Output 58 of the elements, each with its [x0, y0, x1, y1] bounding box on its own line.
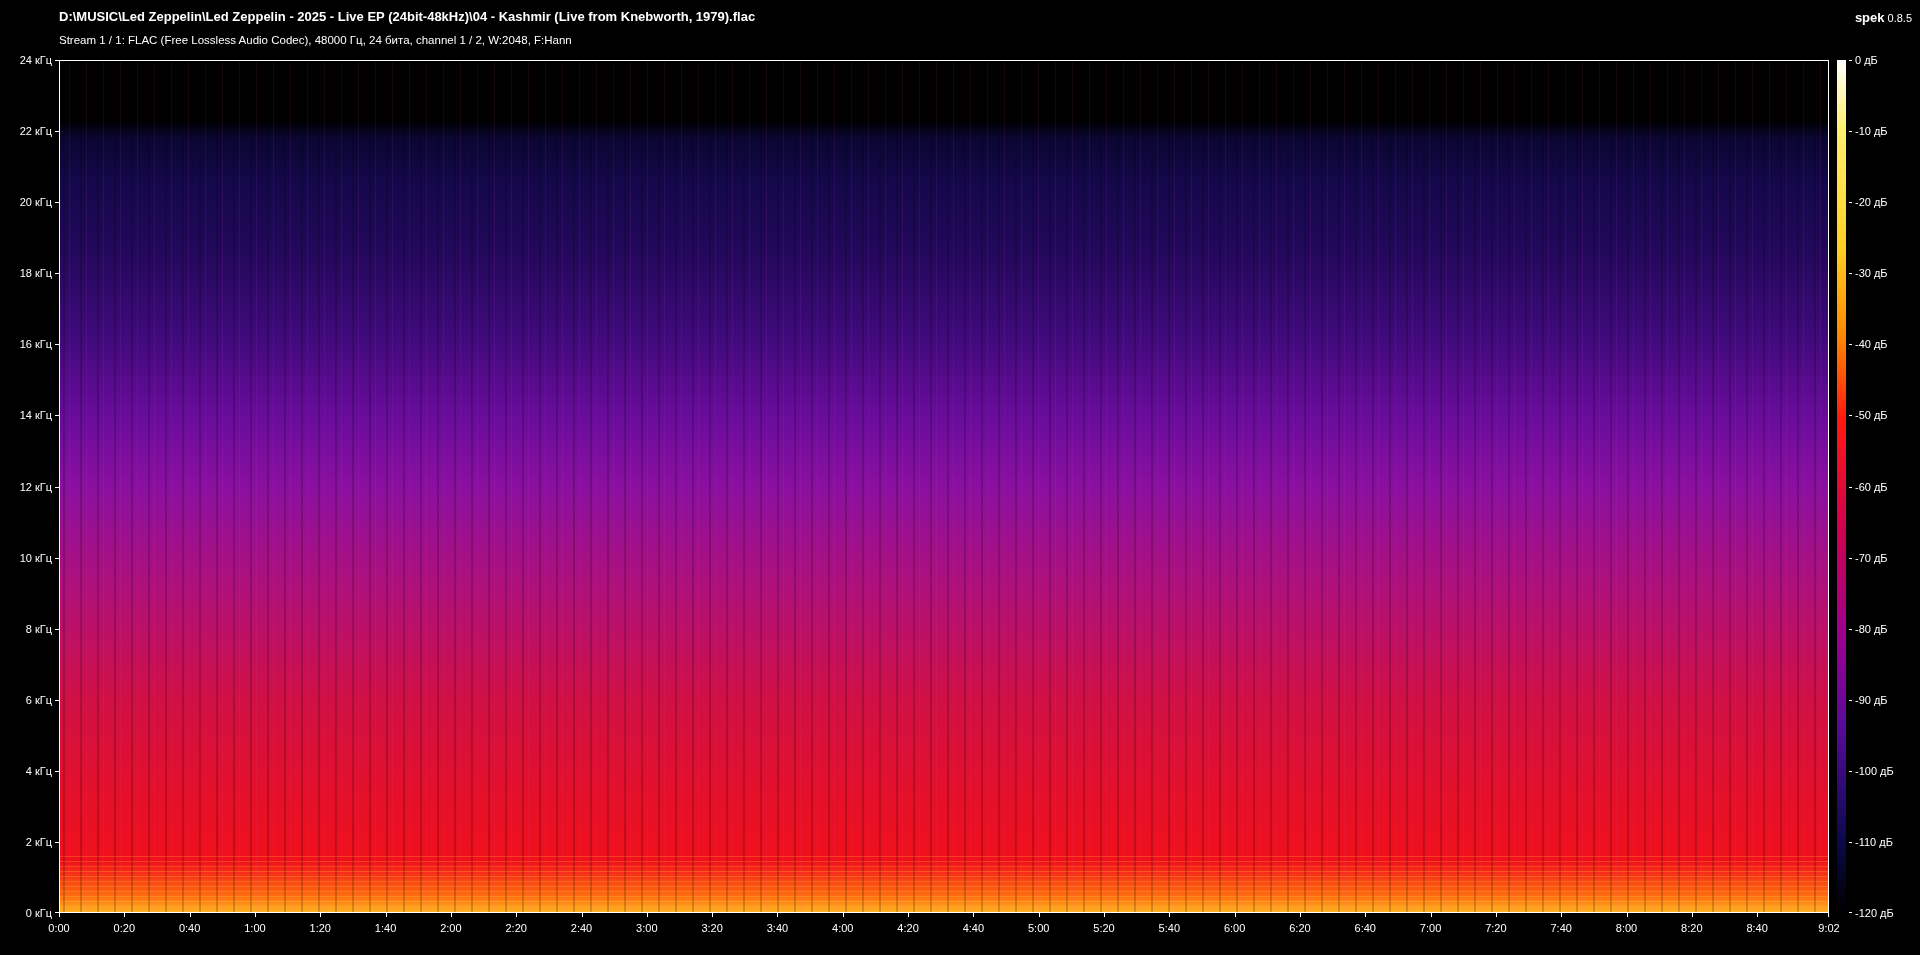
- app-name: spek: [1854, 10, 1885, 25]
- frequency-label: 10 кГц: [19, 551, 52, 565]
- decibel-label: -110 дБ: [1855, 835, 1893, 849]
- time-label: 1:00: [244, 922, 266, 935]
- decibel-label: -20 дБ: [1855, 195, 1888, 209]
- time-label: 0:40: [178, 922, 201, 935]
- time-label: 3:40: [766, 922, 789, 935]
- decibel-label: -60 дБ: [1855, 480, 1888, 493]
- time-label: 4:40: [962, 922, 985, 935]
- time-label: 5:00: [1028, 922, 1050, 935]
- time-label: 3:00: [636, 922, 658, 935]
- frequency-label: 14 кГц: [19, 408, 52, 422]
- time-label: 1:40: [374, 922, 397, 935]
- time-label: 6:40: [1354, 922, 1376, 935]
- time-label: 7:20: [1485, 922, 1507, 935]
- time-label: 7:40: [1550, 922, 1572, 935]
- decibel-label: -120 дБ: [1855, 906, 1894, 920]
- frequency-label: 22 кГц: [19, 124, 52, 138]
- frequency-label: 0 кГц: [25, 906, 52, 920]
- time-label: 3:20: [701, 922, 723, 935]
- time-label: 5:40: [1158, 922, 1181, 935]
- frequency-label: 16 кГц: [19, 337, 52, 351]
- stream-info-text: Stream 1 / 1: FLAC (Free Lossless Audio Codec), 48000 Гц, 24 бита, channel 1 / 2, W:2048, F:Hann: [59, 33, 573, 47]
- file-path-title: D:\MUSIC\Led Zeppelin\Led Zeppelin - 2025 - Live EP (24bit-48kHz)\04 - Kashmir (Live from Knebworth, 1979).flac: [59, 9, 756, 25]
- decibel-label: -80 дБ: [1855, 622, 1888, 636]
- frequency-label: 18 кГц: [19, 266, 52, 280]
- time-label: 2:20: [505, 922, 527, 935]
- time-label: 0:00: [48, 922, 70, 935]
- frequency-label: 24 кГц: [19, 53, 52, 67]
- time-label: 7:00: [1419, 922, 1442, 935]
- time-label: 6:00: [1223, 922, 1246, 935]
- decibel-label: -50 дБ: [1855, 408, 1888, 422]
- frequency-label: 20 кГц: [19, 195, 52, 209]
- decibel-label: -100 дБ: [1855, 764, 1894, 778]
- frequency-label: 4 кГц: [25, 764, 52, 778]
- decibel-label: 0 дБ: [1855, 53, 1878, 67]
- decibel-label: -40 дБ: [1855, 337, 1888, 351]
- time-label: 8:20: [1681, 922, 1703, 935]
- decibel-label: -90 дБ: [1855, 693, 1888, 707]
- decibel-label: -30 дБ: [1855, 266, 1888, 280]
- time-label: 6:20: [1289, 922, 1311, 935]
- frequency-label: 12 кГц: [19, 480, 52, 493]
- time-label: 4:20: [897, 922, 919, 935]
- time-label: 4:00: [832, 922, 854, 935]
- time-label: 8:00: [1615, 922, 1638, 935]
- time-label: 0:20: [113, 922, 135, 935]
- decibel-label: -10 дБ: [1855, 124, 1888, 138]
- time-label: 5:20: [1093, 922, 1115, 935]
- frequency-label: 2 кГц: [25, 835, 52, 849]
- time-label: 2:00: [440, 922, 462, 935]
- time-label: 2:40: [570, 922, 593, 935]
- time-label: 8:40: [1746, 922, 1768, 935]
- app-version: 0.8.5: [1887, 12, 1912, 24]
- time-label: 9:02: [1818, 922, 1840, 935]
- decibel-label: -70 дБ: [1855, 551, 1888, 565]
- frequency-label: 8 кГц: [25, 622, 52, 636]
- frequency-label: 6 кГц: [25, 693, 52, 707]
- time-label: 1:20: [309, 922, 331, 935]
